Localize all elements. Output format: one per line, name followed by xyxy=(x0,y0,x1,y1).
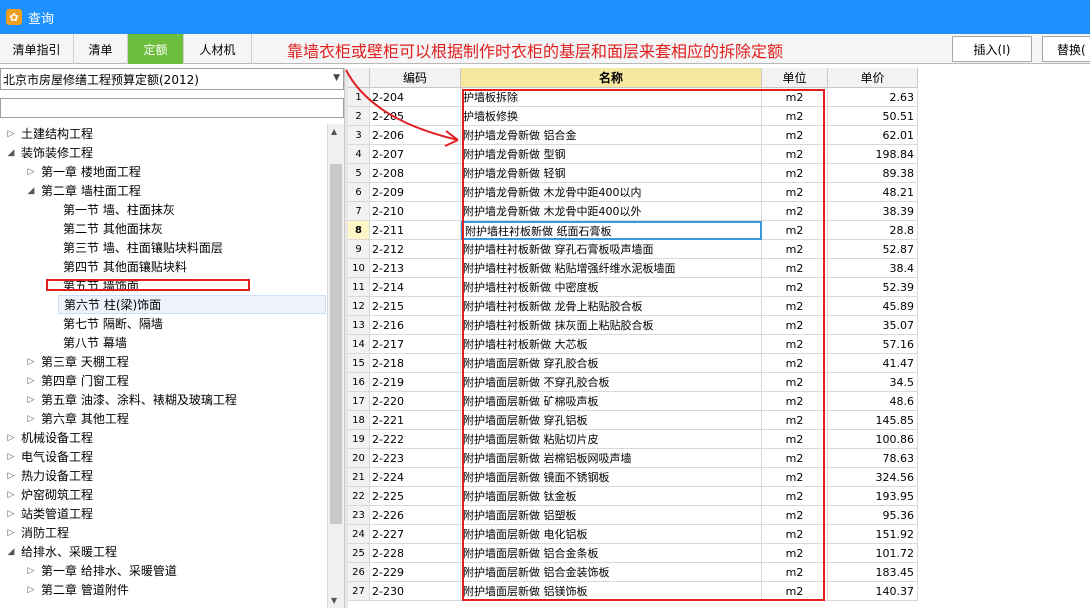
annotation-arrow-icon xyxy=(345,69,459,147)
